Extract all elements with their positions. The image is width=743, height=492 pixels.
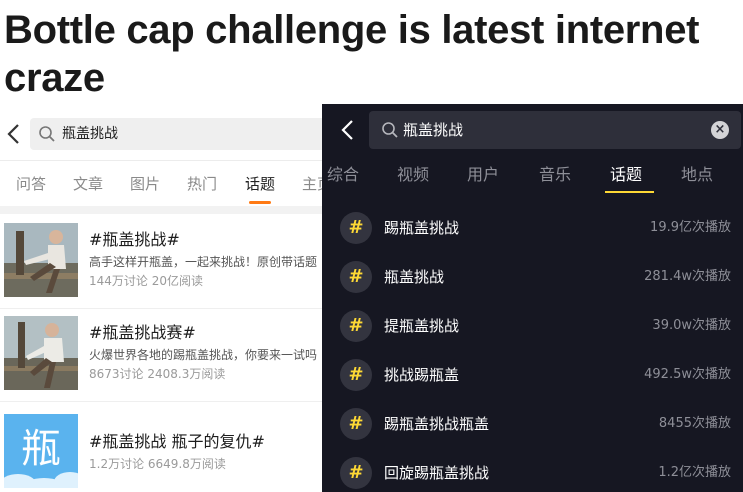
topic-name: 回旋踢瓶盖挑战	[384, 464, 490, 482]
active-tab-indicator	[249, 201, 271, 204]
topic-row[interactable]: # 瓶盖挑战 281.4w次播放	[322, 253, 743, 302]
row-separator	[0, 401, 330, 402]
topic-description: 高手这样开瓶盖，一起来挑战！原创带话题	[89, 255, 318, 269]
topic-row[interactable]: # 挑战踢瓶盖 492.5w次播放	[322, 351, 743, 400]
topic-thumbnail: 瓶	[4, 414, 78, 488]
topic-stats: 1.2万讨论 6649.8万阅读	[89, 457, 226, 471]
left-search-bar[interactable]: 瓶盖挑战	[30, 118, 330, 150]
hashtag-icon: #	[340, 212, 372, 244]
topic-row[interactable]: # 回旋踢瓶盖挑战 1.2亿次播放	[322, 449, 743, 492]
left-search-query[interactable]: 瓶盖挑战	[62, 125, 118, 143]
tab-topics[interactable]: 话题	[610, 164, 642, 186]
headline: Bottle cap challenge is latest internet …	[4, 8, 700, 100]
section-divider	[0, 206, 330, 214]
hashtag-icon: #	[340, 408, 372, 440]
topic-stats: 144万讨论 20亿阅读	[89, 274, 203, 288]
topic-result[interactable]: 瓶 #瓶盖挑战 瓶子的复仇# 1.2万讨论 6649.8万阅读	[0, 408, 330, 492]
topic-name: 挑战踢瓶盖	[384, 366, 460, 384]
left-top-bar: 瓶盖挑战	[0, 108, 330, 160]
topic-row[interactable]: # 踢瓶盖挑战瓶盖 8455次播放	[322, 400, 743, 449]
douyin-search-screen: 瓶盖挑战 × 综合 视频 用户 音乐 话题 地点 # 踢瓶盖挑战 19.9亿次播…	[322, 104, 743, 492]
topic-title: #瓶盖挑战赛#	[89, 323, 196, 342]
active-tab-indicator	[605, 191, 654, 193]
play-count: 1.2亿次播放	[658, 465, 731, 480]
tab-general[interactable]: 综合	[327, 164, 359, 186]
topic-name: 踢瓶盖挑战	[384, 219, 460, 237]
play-count: 19.9亿次播放	[650, 220, 731, 235]
topic-title: #瓶盖挑战#	[89, 230, 180, 249]
kick-photo-image	[4, 316, 78, 390]
topic-stats: 8673讨论 2408.3万阅读	[89, 367, 226, 381]
tab-articles[interactable]: 文章	[73, 174, 103, 194]
topic-row[interactable]: # 踢瓶盖挑战 19.9亿次播放	[322, 204, 743, 253]
back-arrow-icon[interactable]	[4, 122, 24, 146]
topic-name: 踢瓶盖挑战瓶盖	[384, 415, 490, 433]
topic-thumbnail	[4, 316, 78, 390]
hashtag-icon: #	[340, 457, 372, 489]
play-count: 39.0w次播放	[652, 318, 731, 333]
tab-qa[interactable]: 问答	[16, 174, 46, 194]
topic-thumbnail	[4, 223, 78, 297]
row-separator	[0, 308, 330, 309]
play-count: 8455次播放	[658, 416, 731, 431]
weibo-search-screen: 瓶盖挑战 问答 文章 图片 热门 话题 主页 #瓶盖挑战# 高手这样开瓶盖，一起…	[0, 108, 330, 492]
tab-topics[interactable]: 话题	[245, 174, 275, 194]
tab-videos[interactable]: 视频	[397, 164, 429, 186]
hashtag-icon: #	[340, 310, 372, 342]
back-arrow-icon[interactable]	[338, 118, 358, 142]
right-tab-bar: 综合 视频 用户 音乐 话题 地点	[322, 154, 743, 198]
hashtag-icon: #	[340, 261, 372, 293]
search-icon	[39, 126, 55, 142]
topic-name: 提瓶盖挑战	[384, 317, 460, 335]
topic-row[interactable]: # 提瓶盖挑战 39.0w次播放	[322, 302, 743, 351]
topic-result[interactable]: #瓶盖挑战赛# 火爆世界各地的踢瓶盖挑战，你要来一试吗 8673讨论 2408.…	[0, 311, 330, 401]
hashtag-icon: #	[340, 359, 372, 391]
topic-name: 瓶盖挑战	[384, 268, 445, 286]
tab-images[interactable]: 图片	[130, 174, 160, 194]
right-search-query[interactable]: 瓶盖挑战	[403, 120, 463, 140]
topic-result[interactable]: #瓶盖挑战# 高手这样开瓶盖，一起来挑战！原创带话题 144万讨论 20亿阅读	[0, 218, 330, 308]
tab-music[interactable]: 音乐	[539, 164, 571, 186]
left-tab-bar: 问答 文章 图片 热门 话题 主页	[0, 160, 330, 206]
topic-title: #瓶盖挑战 瓶子的复仇#	[89, 432, 265, 451]
tab-places[interactable]: 地点	[681, 164, 713, 186]
play-count: 281.4w次播放	[644, 269, 731, 284]
right-search-bar[interactable]: 瓶盖挑战 ×	[369, 111, 741, 149]
topic-tile-character: 瓶	[21, 426, 61, 472]
topic-description: 火爆世界各地的踢瓶盖挑战，你要来一试吗	[89, 348, 318, 362]
tab-hot[interactable]: 热门	[187, 174, 217, 194]
play-count: 492.5w次播放	[644, 367, 731, 382]
kick-photo-image	[4, 223, 78, 297]
tab-users[interactable]: 用户	[467, 164, 499, 186]
clear-icon[interactable]: ×	[711, 121, 729, 139]
search-icon	[382, 122, 398, 138]
